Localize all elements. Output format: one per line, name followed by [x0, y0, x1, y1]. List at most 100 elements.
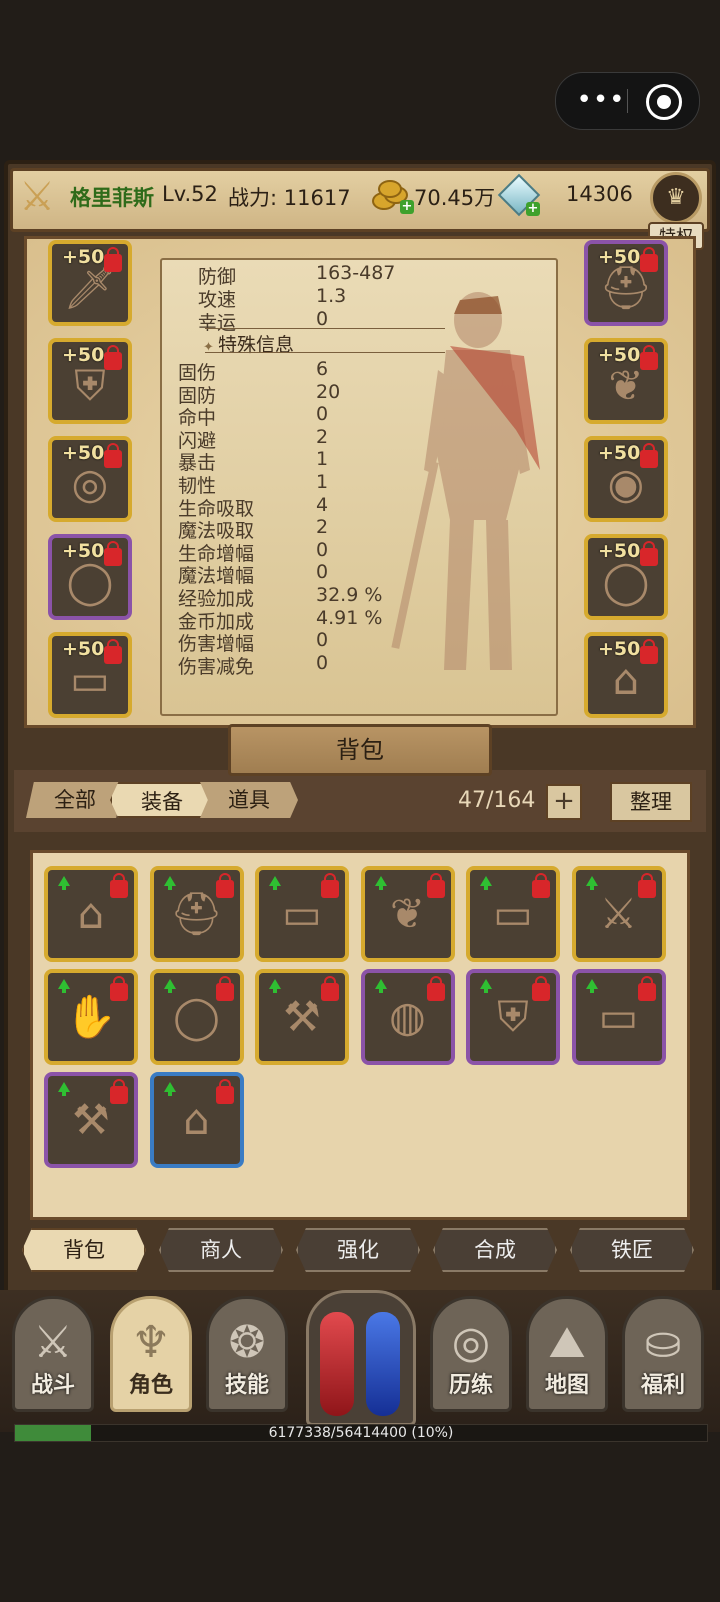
action-button[interactable]: 铁匠	[570, 1228, 694, 1272]
crossed-swords-icon: ⚔	[19, 174, 55, 220]
lock-icon	[637, 873, 656, 898]
upgrade-arrow-icon	[374, 876, 387, 890]
lock-icon	[321, 976, 339, 1001]
lock-icon	[104, 639, 122, 664]
stat-value: 4	[316, 493, 329, 516]
lock-icon	[640, 247, 658, 272]
bag-item[interactable]: ⚒	[44, 1072, 138, 1168]
hp-vial	[320, 1312, 354, 1416]
stat-value: 0	[316, 308, 329, 330]
equipment-slot[interactable]: ◯ +50	[48, 534, 132, 620]
bag-item[interactable]: ◯	[149, 969, 244, 1065]
skill-icon: ❂	[228, 1317, 266, 1368]
enhance-level: +50	[62, 344, 105, 366]
enhance-level: +50	[598, 540, 641, 562]
stat-value: 32.9 %	[316, 584, 383, 606]
lock-icon	[104, 247, 122, 272]
equipment-slot[interactable]: ⛑ +50	[584, 240, 668, 326]
upgrade-arrow-icon	[585, 876, 598, 890]
bag-item[interactable]: ⚔	[571, 866, 666, 962]
xp-bar: 6177338/56414400 (10%)	[14, 1424, 708, 1442]
equipment-slot[interactable]: ◉ +50	[584, 436, 668, 522]
lock-icon	[110, 1079, 128, 1104]
action-button[interactable]: 合成	[433, 1228, 557, 1272]
lock-icon	[104, 345, 122, 370]
gold-coin-icon[interactable]: +	[370, 178, 414, 214]
player-name: 格里菲斯	[70, 186, 154, 210]
mp-vial	[366, 1312, 400, 1416]
lock-icon	[426, 976, 445, 1001]
bag-item[interactable]: ✋	[44, 969, 138, 1065]
upgrade-arrow-icon	[58, 876, 70, 890]
nav-label: 角色	[128, 1373, 173, 1398]
equipment-slot[interactable]: ▭ +50	[48, 632, 132, 718]
equipment-slot[interactable]: ⛨ +50	[48, 338, 132, 424]
bag-item[interactable]: ▭	[255, 866, 349, 962]
expand-bag-button[interactable]: +	[546, 784, 582, 820]
combat-power: 战力: 11617	[228, 186, 351, 210]
upgrade-arrow-icon	[58, 1082, 70, 1096]
stat-value: 20	[316, 380, 341, 403]
diamond-amount: 14306	[566, 182, 633, 206]
bag-item[interactable]: ▭	[571, 969, 666, 1065]
action-button[interactable]: 商人	[159, 1228, 283, 1272]
stat-value: 2	[316, 425, 329, 448]
action-button[interactable]: 强化	[296, 1228, 420, 1272]
nav-vortex[interactable]: ◎ 历练	[430, 1296, 512, 1412]
stat-value: 1.3	[316, 285, 347, 307]
upgrade-arrow-icon	[374, 979, 387, 993]
sort-button[interactable]: 整理	[610, 782, 692, 822]
nav-crossed-swords[interactable]: ⚔ 战斗	[12, 1296, 94, 1412]
upgrade-arrow-icon	[163, 1082, 176, 1096]
enhance-level: +50	[62, 246, 105, 268]
nav-map[interactable]: ⛰ 地图	[526, 1296, 608, 1412]
lock-icon	[640, 443, 658, 468]
equipment-slot[interactable]: ❦ +50	[584, 338, 668, 424]
nav-character[interactable]: ♆ 角色	[110, 1296, 192, 1412]
close-target-icon[interactable]	[646, 84, 682, 120]
stat-value: 0	[316, 629, 329, 652]
lock-icon	[640, 541, 658, 566]
stat-value: 163-487	[316, 262, 396, 284]
tab-equipment[interactable]: 装备	[110, 782, 214, 818]
bag-item[interactable]: ⌂	[149, 1072, 244, 1168]
nav-chest[interactable]: ⛀ 福利	[622, 1296, 704, 1412]
bag-item[interactable]: ⚒	[255, 969, 349, 1065]
bag-item[interactable]: ▭	[466, 866, 560, 962]
lock-icon	[104, 443, 122, 468]
stat-value: 0	[316, 561, 329, 584]
upgrade-arrow-icon	[58, 979, 70, 993]
equipment-slot[interactable]: ⌂ +50	[584, 632, 668, 718]
upgrade-arrow-icon	[585, 979, 598, 993]
xp-text: 6177338/56414400 (10%)	[268, 1425, 454, 1441]
more-icon[interactable]: •••	[576, 87, 626, 115]
lock-icon	[532, 976, 550, 1001]
tab-items[interactable]: 道具	[200, 782, 298, 818]
action-button[interactable]: 背包	[22, 1228, 146, 1272]
diamond-icon[interactable]: +	[497, 173, 541, 217]
enhance-level: +50	[598, 344, 641, 366]
equipment-slot[interactable]: ◯ +50	[584, 534, 668, 620]
tab-all[interactable]: 全部	[26, 782, 124, 818]
enhance-level: +50	[62, 638, 105, 660]
lock-icon	[640, 345, 658, 370]
nav-skill[interactable]: ❂ 技能	[206, 1296, 288, 1412]
equipment-slot[interactable]: ◎ +50	[48, 436, 132, 522]
bag-item[interactable]: ◍	[360, 969, 455, 1065]
bag-item[interactable]: ⌂	[44, 866, 138, 962]
equipment-slot[interactable]: 🗡 +50	[48, 240, 132, 326]
character-icon: ♆	[131, 1317, 171, 1368]
chest-icon: ⛀	[644, 1317, 682, 1368]
bag-item[interactable]: ⛨	[466, 969, 560, 1065]
bag-item[interactable]: ❦	[360, 866, 455, 962]
enhance-level: +50	[62, 442, 105, 464]
bag-item[interactable]: ⛑	[149, 866, 244, 962]
bag-title: 背包	[228, 724, 492, 776]
hero-portrait	[391, 292, 540, 670]
lock-icon	[104, 541, 122, 566]
lock-icon	[321, 873, 339, 898]
enhance-level: +50	[598, 246, 641, 268]
lock-icon	[215, 873, 234, 898]
crown-icon[interactable]: ♛	[650, 172, 702, 224]
crossed-swords-icon: ⚔	[33, 1317, 73, 1368]
